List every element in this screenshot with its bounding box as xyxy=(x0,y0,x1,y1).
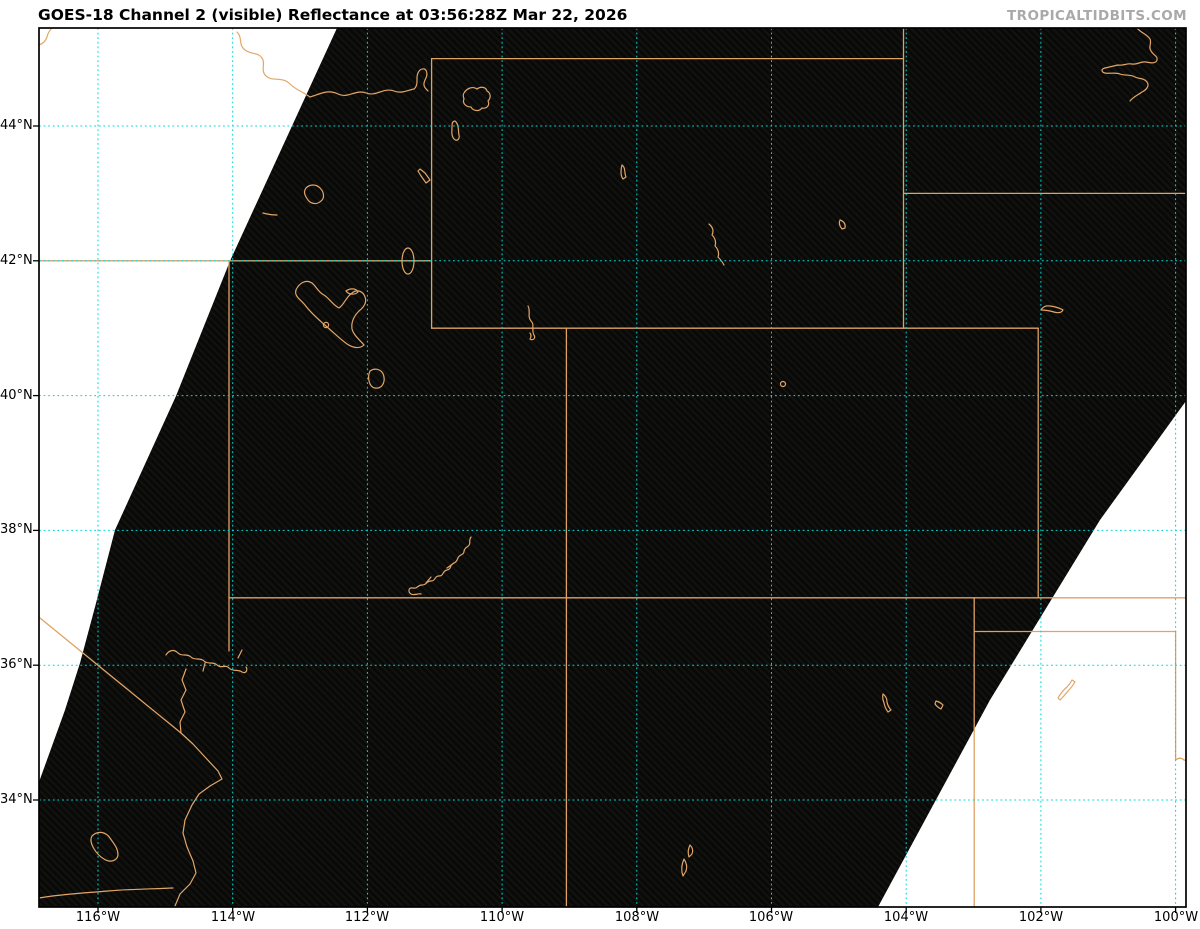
lon-tick-label: 104°W xyxy=(883,910,929,925)
lat-tick-label: 34°N xyxy=(0,792,33,807)
satellite-scan-region xyxy=(39,28,1186,907)
lon-tick-label: 114°W xyxy=(210,910,256,925)
satellite-map-image xyxy=(33,27,1187,913)
lon-tick-label: 112°W xyxy=(344,910,390,925)
lon-tick-label: 102°W xyxy=(1018,910,1064,925)
lat-tick-label: 38°N xyxy=(0,522,33,537)
lat-tick-label: 36°N xyxy=(0,657,33,672)
satellite-map-viewer: GOES-18 Channel 2 (visible) Reflectance … xyxy=(0,0,1200,929)
lon-tick-label: 108°W xyxy=(614,910,660,925)
lon-tick-label: 106°W xyxy=(748,910,794,925)
lat-tick-label: 40°N xyxy=(0,388,33,403)
lon-tick-label: 100°W xyxy=(1153,910,1199,925)
lat-tick-label: 42°N xyxy=(0,253,33,268)
lon-tick-label: 110°W xyxy=(479,910,525,925)
lat-tick-label: 44°N xyxy=(0,118,33,133)
lon-tick-label: 116°W xyxy=(75,910,121,925)
